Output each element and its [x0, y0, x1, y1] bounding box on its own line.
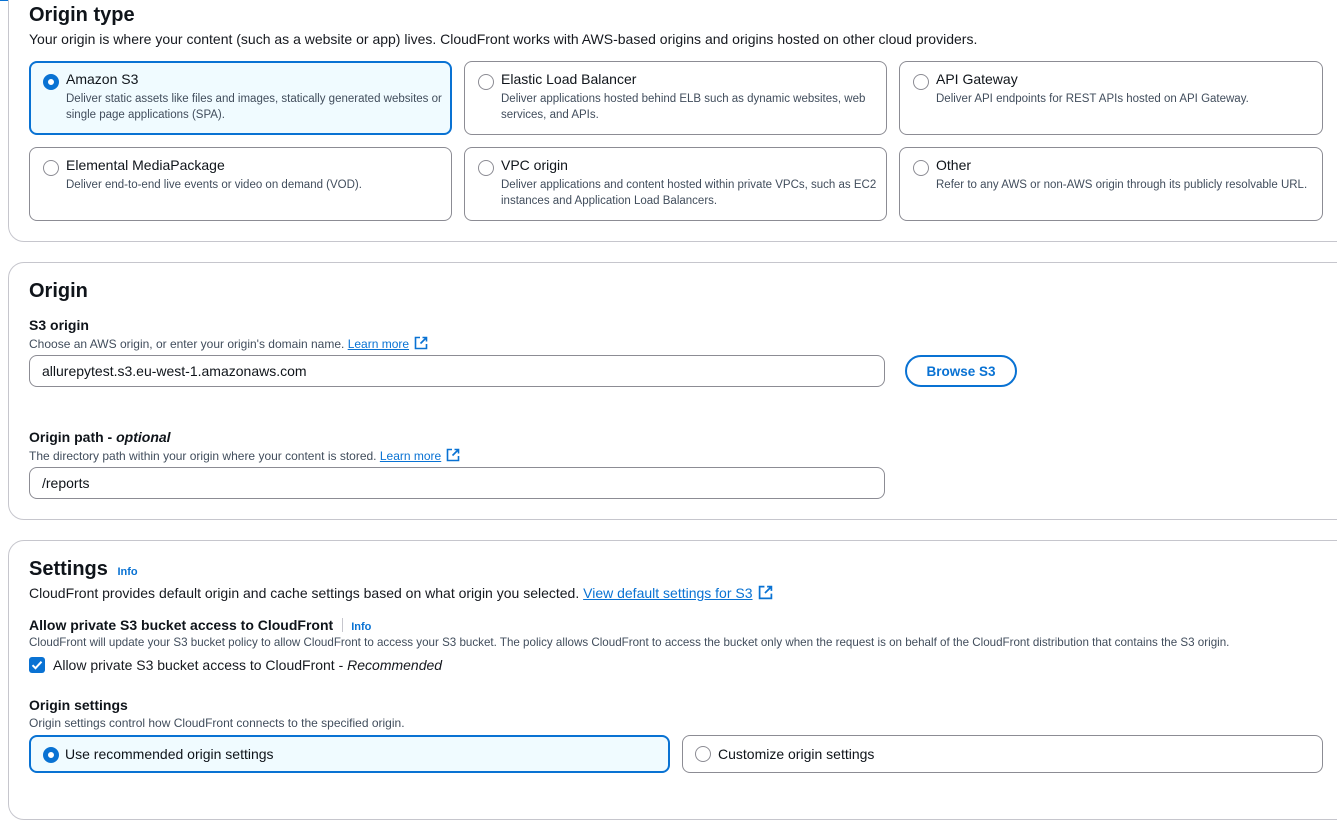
learn-more-link[interactable]: Learn more: [348, 337, 409, 351]
origin-settings-description: Origin settings control how CloudFront c…: [29, 716, 405, 730]
view-default-settings-link[interactable]: View default settings for S3: [583, 585, 752, 601]
option-label: Use recommended origin settings: [65, 746, 274, 762]
radio-elb[interactable]: [478, 74, 494, 90]
s3-origin-desc-text: Choose an AWS origin, or enter your orig…: [29, 337, 345, 351]
radio-amazon-s3[interactable]: [43, 74, 59, 90]
external-link-icon: [446, 448, 460, 462]
option-description: Deliver applications hosted behind ELB s…: [501, 93, 866, 121]
option-description: Refer to any AWS or non-AWS origin throu…: [936, 179, 1308, 191]
option-title: VPC origin: [501, 157, 568, 173]
browse-s3-button[interactable]: Browse S3: [905, 355, 1017, 387]
radio-other[interactable]: [913, 160, 929, 176]
divider: [342, 618, 344, 632]
private-access-label-row: Allow private S3 bucket access to CloudF…: [29, 617, 371, 633]
settings-panel: [8, 540, 1337, 820]
option-description: Deliver static assets like files and ima…: [66, 93, 442, 121]
origin-path-input[interactable]: [29, 467, 885, 499]
private-access-info-link[interactable]: Info: [351, 621, 371, 633]
private-access-checkbox[interactable]: [29, 657, 45, 673]
option-title: Other: [936, 157, 972, 173]
s3-origin-input[interactable]: [29, 355, 885, 387]
settings-title: Settings: [29, 558, 108, 580]
radio-recommended[interactable]: [43, 747, 59, 763]
option-title: Amazon S3: [66, 71, 139, 87]
s3-origin-description: Choose an AWS origin, or enter your orig…: [29, 336, 428, 351]
private-access-description: CloudFront will update your S3 bucket po…: [29, 636, 1230, 649]
settings-info-link[interactable]: Info: [117, 566, 137, 578]
origin-type-option-mediapackage[interactable]: Elemental MediaPackage Deliver end-to-en…: [29, 147, 452, 221]
origin-settings-option-customize[interactable]: Customize origin settings: [682, 735, 1323, 773]
settings-description: CloudFront provides default origin and c…: [29, 585, 773, 601]
external-link-icon: [758, 585, 772, 600]
origin-settings-label: Origin settings: [29, 697, 128, 713]
origin-settings-option-recommended[interactable]: Use recommended origin settings: [29, 735, 670, 773]
checkbox-label-text: Allow private S3 bucket access to CloudF…: [53, 657, 348, 673]
optional-label: optional: [116, 429, 171, 445]
s3-origin-label: S3 origin: [29, 317, 89, 333]
settings-desc-text: CloudFront provides default origin and c…: [29, 585, 580, 601]
origin-path-description: The directory path within your origin wh…: [29, 448, 460, 463]
option-title: API Gateway: [936, 71, 1018, 87]
origin-type-option-elb[interactable]: Elastic Load Balancer Deliver applicatio…: [464, 61, 887, 135]
recommended-label: Recommended: [347, 657, 443, 673]
radio-api-gateway[interactable]: [913, 74, 929, 90]
origin-title: Origin: [29, 280, 88, 302]
origin-type-description: Your origin is where your content (such …: [29, 31, 978, 47]
external-link-icon: [414, 336, 428, 350]
check-icon: [31, 661, 43, 670]
learn-more-link[interactable]: Learn more: [380, 449, 441, 463]
option-description: Deliver applications and content hosted …: [501, 179, 877, 207]
origin-path-desc-text: The directory path within your origin wh…: [29, 449, 377, 463]
origin-type-option-vpc-origin[interactable]: VPC origin Deliver applications and cont…: [464, 147, 887, 221]
origin-type-option-other[interactable]: Other Refer to any AWS or non-AWS origin…: [899, 147, 1323, 221]
radio-mediapackage[interactable]: [43, 160, 59, 176]
option-description: Deliver end-to-end live events or video …: [66, 179, 362, 191]
origin-path-label: Origin path - optional: [29, 429, 171, 445]
option-label: Customize origin settings: [718, 746, 875, 762]
origin-path-label-text: Origin path -: [29, 429, 117, 445]
radio-customize[interactable]: [695, 746, 711, 762]
origin-type-option-amazon-s3[interactable]: Amazon S3 Deliver static assets like fil…: [29, 61, 452, 135]
option-description: Deliver API endpoints for REST APIs host…: [936, 93, 1249, 105]
settings-title-row: Settings Info: [29, 558, 138, 581]
origin-type-title: Origin type: [29, 4, 135, 26]
private-access-label: Allow private S3 bucket access to CloudF…: [29, 617, 334, 633]
option-title: Elemental MediaPackage: [66, 157, 225, 173]
option-title: Elastic Load Balancer: [501, 71, 637, 87]
private-access-checkbox-label[interactable]: Allow private S3 bucket access to CloudF…: [53, 657, 442, 673]
radio-vpc-origin[interactable]: [478, 160, 494, 176]
origin-type-option-api-gateway[interactable]: API Gateway Deliver API endpoints for RE…: [899, 61, 1323, 135]
